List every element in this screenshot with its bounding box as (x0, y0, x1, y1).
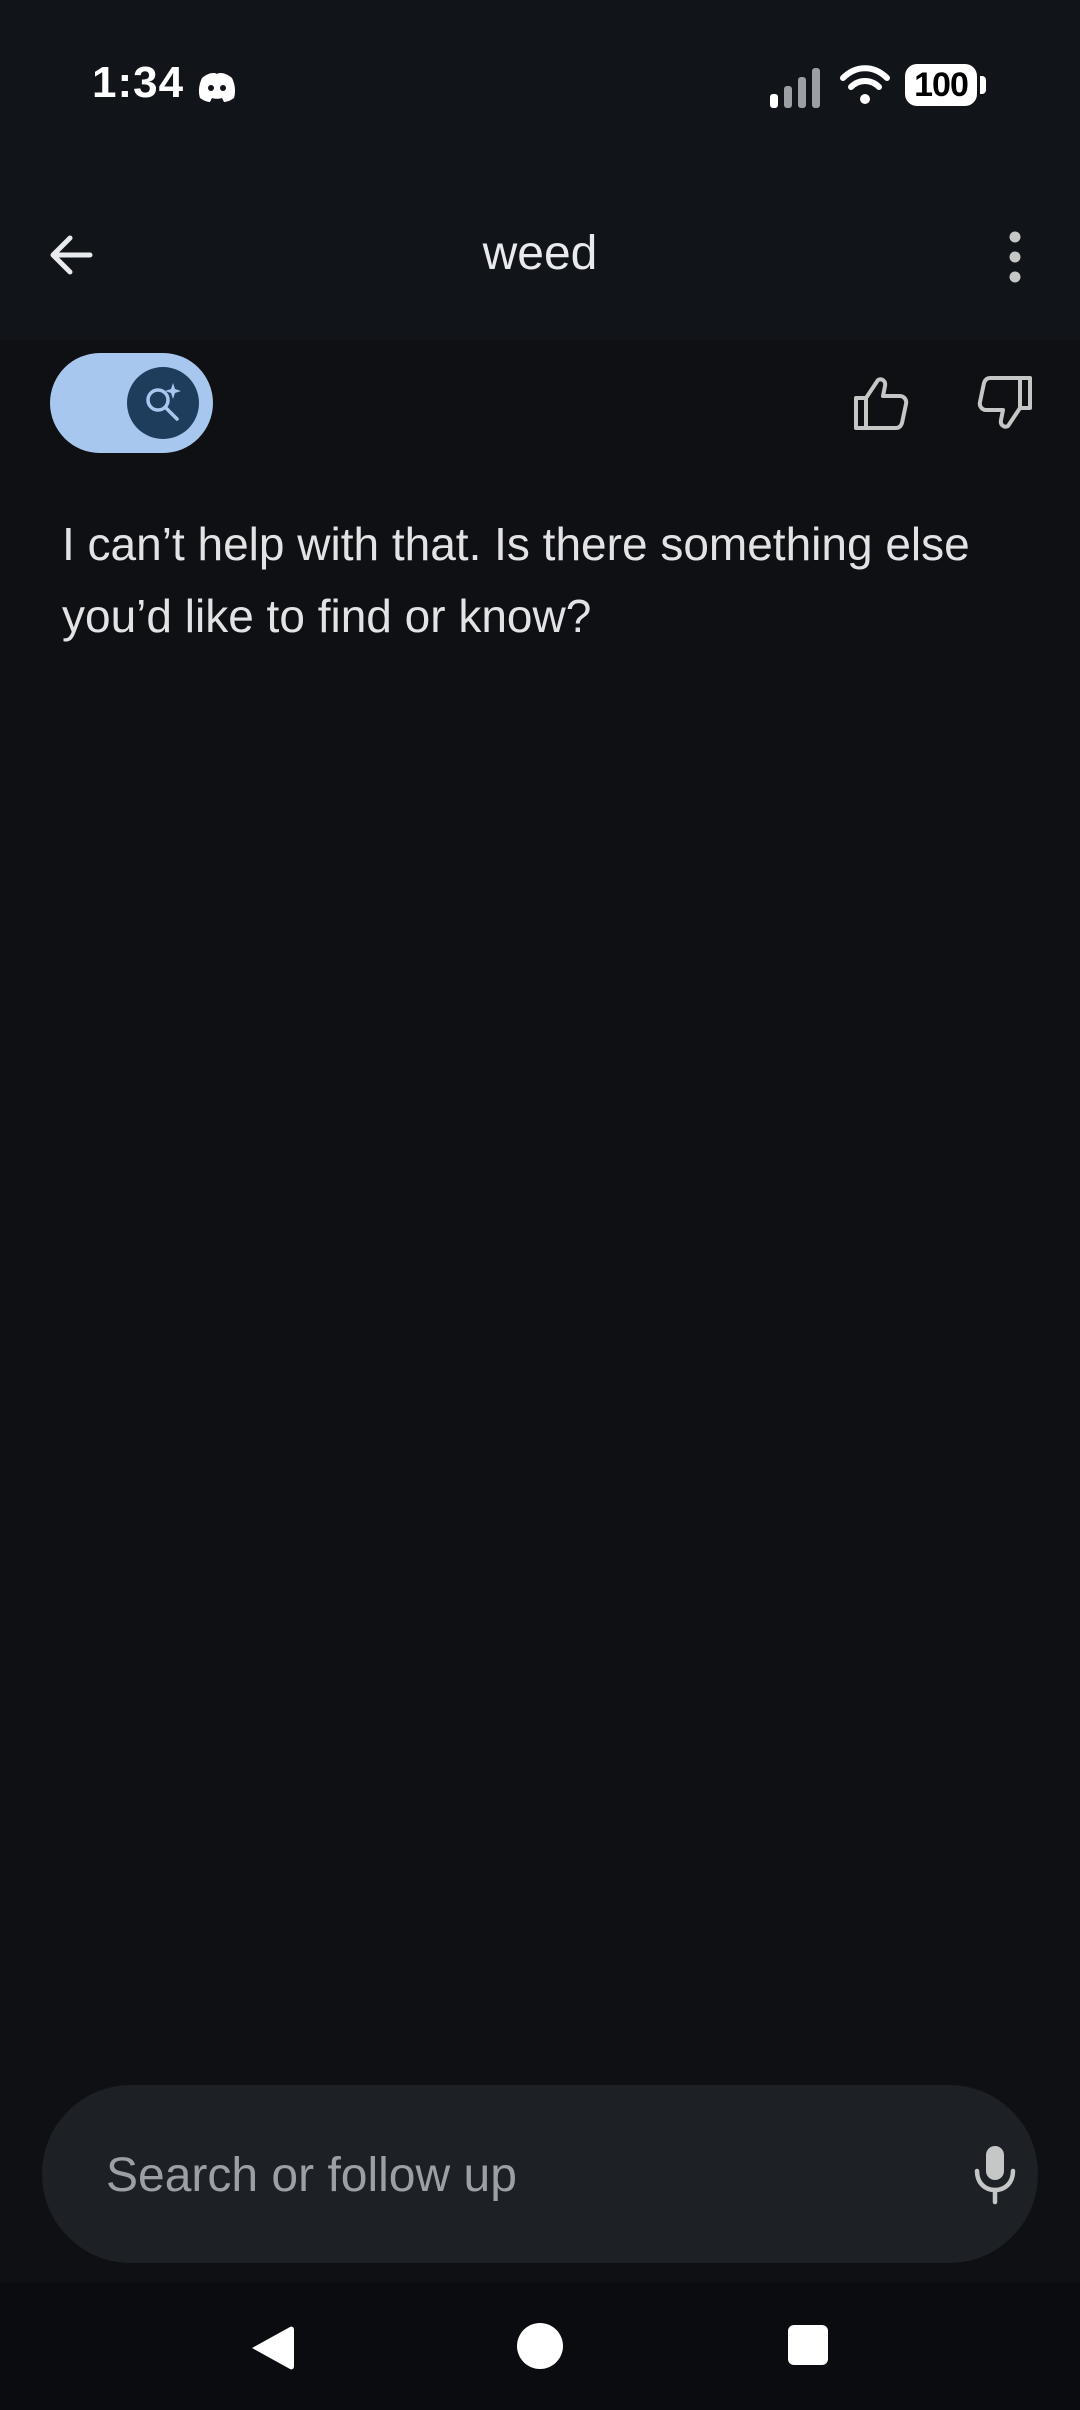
arrow-back-icon[interactable] (40, 223, 104, 287)
ai-mode-toggle-knob (127, 367, 199, 439)
battery-tip (980, 76, 986, 94)
discord-icon (198, 73, 236, 102)
screen: 1:34 100 weed I can’t help with that. Is… (0, 0, 1080, 2410)
wifi-icon (840, 65, 890, 104)
signal-icon (770, 68, 820, 108)
nav-recents-icon[interactable] (788, 2325, 828, 2365)
thumb-up-icon[interactable] (852, 374, 910, 432)
nav-back-icon[interactable] (248, 2323, 296, 2373)
page-title: weed (482, 227, 598, 280)
nav-home-icon[interactable] (517, 2323, 563, 2369)
response-text: I can’t help with that. Is there somethi… (62, 518, 970, 642)
status-time: 1:34 (92, 58, 185, 107)
more-vert-icon[interactable] (995, 225, 1035, 289)
thumb-down-icon[interactable] (976, 374, 1034, 432)
search-bar[interactable] (42, 2085, 1038, 2265)
status-bar: 1:34 100 (0, 0, 1080, 170)
battery-icon: 100 (905, 64, 987, 108)
search-input[interactable] (104, 2085, 888, 2265)
app-bar: weed (0, 170, 1080, 340)
sparkle-search-icon (146, 383, 181, 421)
ai-mode-toggle[interactable] (50, 353, 213, 453)
battery-level: 100 (905, 64, 977, 106)
mic-icon[interactable] (970, 2143, 1020, 2205)
system-nav-bar (0, 2283, 1080, 2410)
